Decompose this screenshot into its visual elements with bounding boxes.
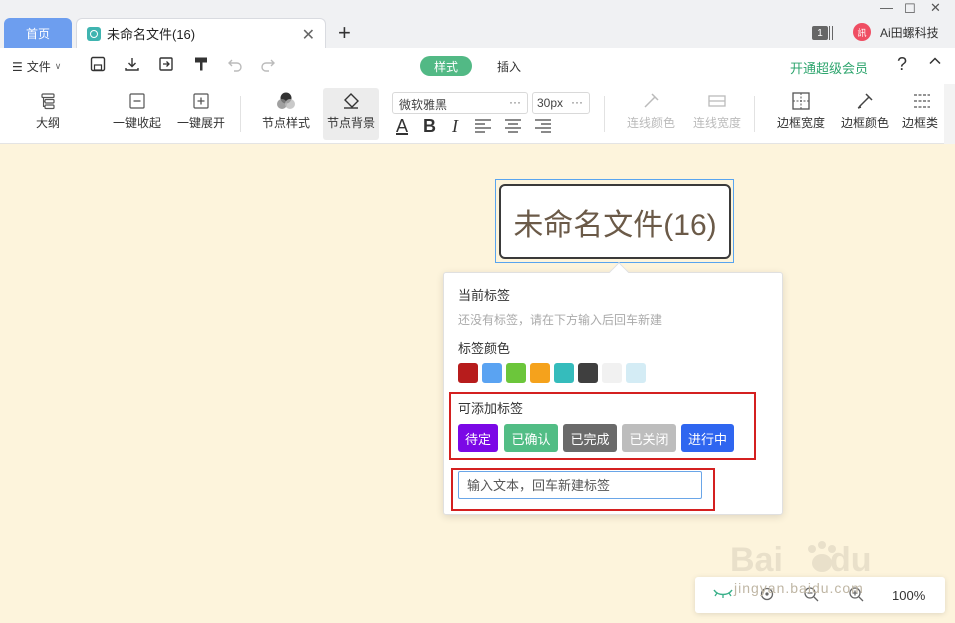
- font-color-icon[interactable]: A: [396, 116, 408, 137]
- menu-bar: ☰ 文件 ∨ 样式 插入 开通超级会员 ?: [0, 48, 955, 84]
- divider: [754, 96, 755, 132]
- node-style-icon: [275, 88, 297, 114]
- minimize-icon[interactable]: —: [880, 0, 893, 15]
- user-name[interactable]: Ai田螺科技: [880, 24, 939, 41]
- color-swatch[interactable]: [506, 363, 526, 383]
- color-swatch[interactable]: [482, 363, 502, 383]
- file-menu[interactable]: ☰ 文件 ∨: [12, 58, 61, 75]
- node-style-button[interactable]: 节点样式: [258, 88, 314, 140]
- expand-icon: [192, 88, 210, 114]
- zoom-level: 100%: [892, 588, 926, 603]
- current-tags-title: 当前标签: [458, 288, 511, 303]
- border-type-icon: [902, 88, 942, 114]
- expand-all-button[interactable]: 一键展开: [174, 88, 228, 140]
- save-icon[interactable]: [90, 56, 106, 77]
- divider: [240, 96, 241, 132]
- bold-icon[interactable]: B: [423, 116, 436, 137]
- tag-closed[interactable]: 已关闭: [622, 424, 676, 452]
- title-bar: 首页 未命名文件(16) ✕ + — ☐ ✕ 1 訊 Ai田螺科技: [0, 0, 955, 48]
- chevron-down-icon: ∨: [54, 61, 62, 71]
- vip-link[interactable]: 开通超级会员: [790, 58, 868, 77]
- badge-bars-icon: [829, 26, 833, 40]
- node-background-icon: [340, 88, 362, 114]
- chevron-up-icon[interactable]: [928, 54, 942, 73]
- tag-pending[interactable]: 待定: [458, 424, 498, 452]
- notification-badge[interactable]: 1: [812, 26, 828, 40]
- tab-insert[interactable]: 插入: [497, 58, 521, 75]
- node-background-button[interactable]: 节点背景: [323, 88, 379, 140]
- toolbar: 大纲 一键收起 一键展开 节点样式 节点背景 微软雅黑 ··· 30px ···…: [0, 84, 955, 144]
- line-width-button[interactable]: 连线宽度: [690, 88, 744, 140]
- align-right-icon[interactable]: [534, 118, 552, 139]
- line-color-button[interactable]: 连线颜色: [624, 88, 678, 140]
- outline-button[interactable]: 大纲: [30, 88, 66, 140]
- avatar[interactable]: 訊: [853, 23, 871, 41]
- export-icon[interactable]: [158, 56, 174, 77]
- undo-icon[interactable]: [227, 56, 243, 77]
- redo-icon[interactable]: [260, 56, 276, 77]
- tag-confirmed[interactable]: 已确认: [504, 424, 558, 452]
- line-color-icon: [641, 88, 661, 114]
- tab-document[interactable]: 未命名文件(16) ✕: [76, 18, 326, 48]
- svg-text:Bai: Bai: [730, 541, 783, 579]
- border-color-icon: [855, 88, 875, 114]
- color-swatch[interactable]: [530, 363, 550, 383]
- collapse-icon: [128, 88, 146, 114]
- help-icon[interactable]: ?: [897, 54, 907, 75]
- toolbar-scrollbar[interactable]: [944, 84, 955, 144]
- tab-document-label: 未命名文件(16): [107, 27, 196, 42]
- available-tags-title: 可添加标签: [458, 401, 524, 416]
- maximize-icon[interactable]: ☐: [904, 1, 916, 17]
- italic-icon[interactable]: I: [452, 116, 458, 137]
- divider: [604, 96, 605, 132]
- watermark-text: jingyan.baidu.com: [734, 580, 864, 596]
- close-icon[interactable]: ✕: [302, 25, 315, 45]
- tag-completed[interactable]: 已完成: [563, 424, 617, 452]
- align-center-icon[interactable]: [504, 118, 522, 139]
- more-icon: ···: [509, 95, 521, 109]
- tab-style[interactable]: 样式: [420, 56, 472, 76]
- font-family-select[interactable]: 微软雅黑 ···: [392, 92, 528, 114]
- new-tag-input[interactable]: [458, 471, 702, 499]
- root-node[interactable]: 未命名文件(16): [499, 184, 731, 259]
- font-size-select[interactable]: 30px ···: [532, 92, 590, 114]
- border-color-button[interactable]: 边框颜色: [838, 88, 892, 140]
- border-width-icon: [791, 88, 811, 114]
- tab-home[interactable]: 首页: [4, 18, 72, 48]
- color-swatch[interactable]: [554, 363, 574, 383]
- download-icon[interactable]: [124, 56, 140, 77]
- tag-color-title: 标签颜色: [458, 341, 511, 356]
- color-swatch[interactable]: [578, 363, 598, 383]
- outline-icon: [39, 88, 57, 114]
- collapse-all-button[interactable]: 一键收起: [110, 88, 164, 140]
- doc-tab-icon: [87, 26, 101, 41]
- window-close-icon[interactable]: ✕: [930, 0, 941, 16]
- color-swatch[interactable]: [602, 363, 622, 383]
- border-width-button[interactable]: 边框宽度: [774, 88, 828, 140]
- border-type-button[interactable]: 边框类: [902, 88, 942, 140]
- more-icon: ···: [571, 95, 583, 109]
- no-tags-hint: 还没有标签，请在下方输入后回车新建: [458, 313, 663, 327]
- svg-text:du: du: [830, 541, 872, 579]
- color-swatch[interactable]: [626, 363, 646, 383]
- menu-icon: ☰: [12, 59, 23, 74]
- eye-icon[interactable]: [712, 586, 734, 603]
- line-width-icon: [707, 88, 727, 114]
- tag-in-progress[interactable]: 进行中: [681, 424, 734, 452]
- color-swatch[interactable]: [458, 363, 478, 383]
- format-painter-icon[interactable]: [193, 56, 209, 77]
- align-left-icon[interactable]: [474, 118, 492, 139]
- plus-icon[interactable]: +: [338, 20, 351, 46]
